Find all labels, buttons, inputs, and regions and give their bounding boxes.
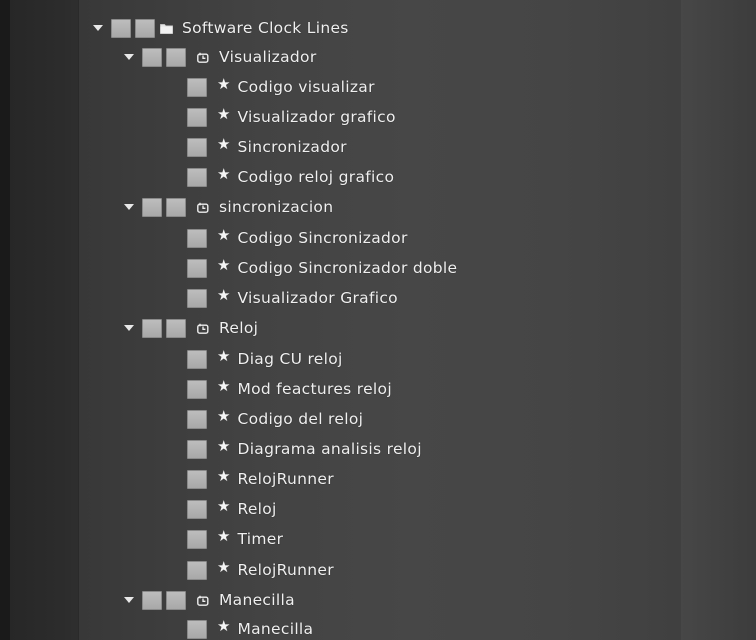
checkbox[interactable] — [187, 529, 207, 549]
checkbox[interactable] — [166, 47, 186, 67]
tree-leaf[interactable]: ★ Sincronizador — [187, 132, 347, 162]
tree-leaf-label: Visualizador grafico — [237, 108, 396, 126]
tree-leaf-label: Timer — [237, 530, 284, 548]
diagram-icon — [196, 200, 210, 214]
checkbox[interactable] — [187, 288, 207, 308]
checkbox[interactable] — [187, 619, 207, 639]
checkbox[interactable] — [187, 439, 207, 459]
chevron-down-icon[interactable] — [124, 597, 134, 603]
star-icon: ★ — [217, 134, 231, 153]
tree-leaf[interactable]: ★ RelojRunner — [187, 555, 334, 585]
tree-panel: Software Clock Lines Visualizador ★ Codi… — [78, 0, 682, 640]
tree-leaf[interactable]: ★ Reloj — [187, 494, 277, 524]
tree-leaf-label: RelojRunner — [237, 470, 334, 488]
tree-node-label: Visualizador — [219, 48, 317, 66]
tree-leaf[interactable]: ★ Codigo reloj grafico — [187, 162, 394, 192]
checkbox[interactable] — [187, 469, 207, 489]
star-icon: ★ — [217, 496, 231, 515]
tree-leaf[interactable]: ★ Manecilla — [187, 614, 313, 640]
tree-leaf-label: Mod feactures reloj — [237, 380, 392, 398]
tree-leaf[interactable]: ★ Diagrama analisis reloj — [187, 434, 422, 464]
chevron-down-icon[interactable] — [93, 25, 103, 31]
star-icon: ★ — [217, 74, 231, 93]
tree-leaf[interactable]: ★ Visualizador Grafico — [187, 283, 398, 313]
side-area — [681, 0, 756, 640]
tree-node-label: Software Clock Lines — [182, 19, 349, 37]
tree-leaf[interactable]: ★ Codigo Sincronizador — [187, 223, 408, 253]
checkbox[interactable] — [142, 590, 162, 610]
checkbox[interactable] — [187, 228, 207, 248]
checkbox[interactable] — [187, 137, 207, 157]
tree-leaf[interactable]: ★ RelojRunner — [187, 464, 334, 494]
star-icon: ★ — [217, 436, 231, 455]
star-icon: ★ — [217, 526, 231, 545]
checkbox[interactable] — [135, 18, 155, 38]
chevron-down-icon[interactable] — [124, 204, 134, 210]
chevron-down-icon[interactable] — [124, 54, 134, 60]
tree-node-group[interactable]: sincronizacion — [124, 192, 333, 222]
tree-leaf[interactable]: ★ Codigo Sincronizador doble — [187, 253, 457, 283]
checkbox[interactable] — [187, 77, 207, 97]
tree-window: Software Clock Lines Visualizador ★ Codi… — [0, 0, 756, 640]
tree-leaf-label: Manecilla — [237, 620, 314, 638]
diagram-icon — [196, 50, 210, 64]
star-icon: ★ — [217, 104, 231, 123]
tree-leaf-label: Diagrama analisis reloj — [237, 440, 422, 458]
tree-leaf-label: Reloj — [237, 500, 277, 518]
tree-leaf-label: Codigo Sincronizador doble — [237, 259, 458, 277]
checkbox[interactable] — [187, 167, 207, 187]
star-icon: ★ — [217, 285, 231, 304]
star-icon: ★ — [217, 376, 231, 395]
tree-leaf[interactable]: ★ Visualizador grafico — [187, 102, 396, 132]
checkbox[interactable] — [111, 18, 131, 38]
star-icon: ★ — [217, 616, 231, 635]
folder-icon — [159, 21, 173, 35]
checkbox[interactable] — [166, 197, 186, 217]
star-icon: ★ — [217, 557, 231, 576]
tree-node-root[interactable]: Software Clock Lines — [93, 13, 349, 43]
diagram-icon — [196, 593, 210, 607]
tree-leaf-label: RelojRunner — [237, 561, 334, 579]
chevron-down-icon[interactable] — [124, 325, 134, 331]
diagram-icon — [196, 321, 210, 335]
checkbox[interactable] — [166, 590, 186, 610]
tree-leaf-label: Codigo visualizar — [237, 78, 375, 96]
tree-node-label: Reloj — [219, 319, 259, 337]
tree-leaf-label: Diag CU reloj — [237, 350, 343, 368]
tree-leaf[interactable]: ★ Codigo visualizar — [187, 72, 375, 102]
tree-leaf[interactable]: ★ Mod feactures reloj — [187, 374, 392, 404]
star-icon: ★ — [217, 255, 231, 274]
star-icon: ★ — [217, 466, 231, 485]
tree-node-label: Manecilla — [219, 591, 295, 609]
checkbox[interactable] — [187, 560, 207, 580]
checkbox[interactable] — [187, 379, 207, 399]
star-icon: ★ — [217, 225, 231, 244]
tree-node-group[interactable]: Visualizador — [124, 42, 317, 72]
tree-leaf-label: Sincronizador — [237, 138, 347, 156]
tree-leaf[interactable]: ★ Codigo del reloj — [187, 404, 363, 434]
checkbox[interactable] — [187, 349, 207, 369]
checkbox[interactable] — [142, 197, 162, 217]
checkbox[interactable] — [187, 107, 207, 127]
tree-leaf[interactable]: ★ Timer — [187, 524, 283, 554]
window-edge — [0, 0, 10, 640]
star-icon: ★ — [217, 406, 231, 425]
checkbox[interactable] — [187, 258, 207, 278]
checkbox[interactable] — [142, 47, 162, 67]
tree-leaf-label: Codigo Sincronizador — [237, 229, 408, 247]
checkbox[interactable] — [187, 499, 207, 519]
star-icon: ★ — [217, 164, 231, 183]
checkbox[interactable] — [187, 409, 207, 429]
tree-leaf-label: Codigo del reloj — [237, 410, 364, 428]
checkbox[interactable] — [142, 318, 162, 338]
checkbox[interactable] — [166, 318, 186, 338]
tree-leaf-label: Visualizador Grafico — [237, 289, 398, 307]
star-icon: ★ — [217, 346, 231, 365]
tree-node-label: sincronizacion — [219, 198, 334, 216]
tree-node-group[interactable]: Reloj — [124, 313, 258, 343]
tree-leaf[interactable]: ★ Diag CU reloj — [187, 344, 343, 374]
tree-node-group[interactable]: Manecilla — [124, 585, 295, 615]
tree-leaf-label: Codigo reloj grafico — [237, 168, 395, 186]
